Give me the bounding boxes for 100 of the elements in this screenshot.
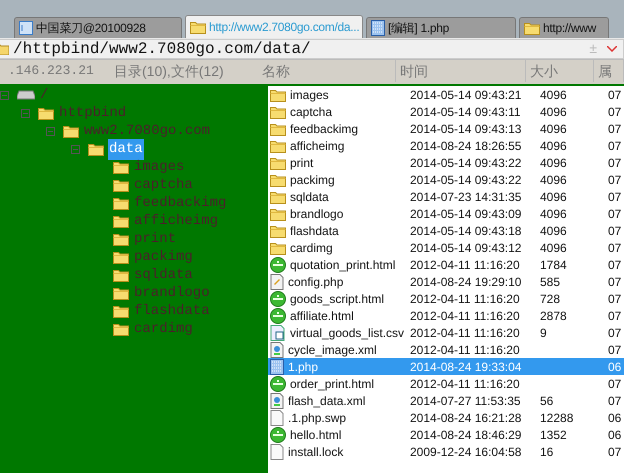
tab[interactable]: [编辑] 1.php xyxy=(366,17,516,38)
folder-icon xyxy=(63,124,79,138)
file-size: 4096 xyxy=(540,156,567,170)
file-attributes: 07 xyxy=(608,88,622,102)
folder-icon xyxy=(270,138,286,152)
modified-time: 2012-04-11 11:16:20 xyxy=(410,308,520,322)
modified-time: 2014-07-23 14:31:35 xyxy=(410,190,522,204)
file-attributes: 07 xyxy=(608,444,622,458)
collapse-toggle[interactable] xyxy=(0,90,9,100)
modified-time: 2014-08-24 19:33:04 xyxy=(410,360,522,374)
folder-icon xyxy=(270,156,286,170)
file-row[interactable]: config.php 2014-08-24 19:29:10 585 07 xyxy=(268,273,624,290)
file-row[interactable]: afficheimg 2014-08-24 18:26:55 4096 07 xyxy=(268,137,624,154)
file-attributes: 06 xyxy=(608,428,622,442)
folder-icon xyxy=(38,106,54,120)
host-address: .146.223.21 xyxy=(7,62,94,80)
folder-icon xyxy=(270,88,286,102)
tab[interactable]: 中国菜刀@20100928 xyxy=(14,17,182,38)
file-size: 728 xyxy=(540,292,560,306)
summary-text: 目录(10),文件(12) xyxy=(114,62,224,81)
folder-icon xyxy=(270,172,286,186)
file-attributes: 06 xyxy=(608,360,622,374)
modified-time: 2014-05-14 09:43:13 xyxy=(410,122,522,136)
tab[interactable]: http://www xyxy=(519,17,609,38)
file-attributes: 07 xyxy=(608,394,622,408)
modified-time: 2014-05-14 09:43:18 xyxy=(410,224,522,238)
file-row[interactable]: hello.html 2014-08-24 18:46:29 1352 06 xyxy=(268,426,624,443)
file-row[interactable]: flash_data.xml 2014-07-27 11:53:35 56 07 xyxy=(268,392,624,409)
file-row[interactable]: cardimg 2014-05-14 09:43:12 4096 07 xyxy=(268,239,624,256)
folder-icon xyxy=(113,196,129,210)
file-row[interactable]: .1.php.swp 2014-08-24 16:21:28 12288 06 xyxy=(268,409,624,426)
file-name: flash_data.xml xyxy=(288,392,366,410)
file-size: 9 xyxy=(540,326,547,340)
file-name: sqldata xyxy=(290,188,329,206)
modified-time: 2014-05-14 09:43:21 xyxy=(410,88,522,102)
file-name: images xyxy=(290,86,329,104)
file-attributes: 07 xyxy=(608,172,622,186)
file-name: feedbackimg xyxy=(290,120,358,138)
file-row[interactable]: feedbackimg 2014-05-14 09:43:13 4096 07 xyxy=(268,120,624,137)
file-size: 2878 xyxy=(540,308,567,322)
file-size: 4096 xyxy=(540,104,567,118)
file-row[interactable]: affiliate.html 2012-04-11 11:16:20 2878 07 xyxy=(268,307,624,324)
modified-time: 2014-08-24 19:29:10 xyxy=(410,274,522,288)
file-attributes: 07 xyxy=(608,274,622,288)
file-attributes: 07 xyxy=(608,122,622,136)
file-name: cardimg xyxy=(290,240,333,256)
folder-icon xyxy=(113,322,129,336)
modified-time: 2014-07-27 11:53:35 xyxy=(410,394,521,408)
modified-time: 2014-05-14 09:43:12 xyxy=(410,240,522,254)
file-row[interactable]: brandlogo 2014-05-14 09:43:09 4096 07 xyxy=(268,205,624,222)
file-row[interactable]: packimg 2014-05-14 09:43:22 4096 07 xyxy=(268,171,624,188)
file-name: virtual_goods_list.csv xyxy=(290,324,404,342)
modified-time: 2009-12-24 16:04:58 xyxy=(410,444,522,458)
file-attributes: 07 xyxy=(608,138,622,152)
folder-icon xyxy=(270,190,286,204)
folder-icon xyxy=(113,304,129,318)
file-attributes: 07 xyxy=(608,258,622,272)
modified-time: 2012-04-11 11:16:20 xyxy=(410,342,520,356)
file-name: install.lock xyxy=(288,444,344,460)
file-size: 56 xyxy=(540,394,554,408)
file-row[interactable]: captcha 2014-05-14 09:43:11 4096 07 xyxy=(268,103,624,120)
collapse-toggle[interactable] xyxy=(71,144,80,154)
file-attributes: 07 xyxy=(608,190,622,204)
globe-icon xyxy=(270,256,286,272)
file-attributes: 07 xyxy=(608,104,622,118)
folder-icon xyxy=(113,178,129,192)
file-name: .1.php.swp xyxy=(288,410,346,426)
drive-icon xyxy=(17,90,35,100)
file-row[interactable]: quotation_print.html 2012-04-11 11:16:20 1784 07 xyxy=(268,256,624,273)
collapse-toggle[interactable] xyxy=(21,108,30,118)
file-row[interactable]: goods_script.html 2012-04-11 11:16:20 728 07 xyxy=(268,290,624,307)
file-size: 4096 xyxy=(540,122,567,136)
file-row[interactable]: cycle_image.xml 2012-04-11 11:16:20 07 xyxy=(268,341,624,358)
file-row[interactable]: flashdata 2014-05-14 09:43:18 4096 07 xyxy=(268,222,624,239)
file-name: packimg xyxy=(290,172,335,188)
file-name: flashdata xyxy=(290,222,339,240)
file-size: 4096 xyxy=(540,224,567,238)
file-size: 12288 xyxy=(540,410,574,424)
file-row[interactable]: virtual_goods_list.csv 2012-04-11 11:16:20 9 07 xyxy=(268,324,624,341)
file-size: 16 xyxy=(540,444,554,458)
globe-icon xyxy=(270,290,286,306)
globe-icon xyxy=(270,376,286,392)
file-row[interactable]: sqldata 2014-07-23 14:31:35 4096 07 xyxy=(268,188,624,205)
file-name: captcha xyxy=(290,104,332,120)
file-row[interactable]: order_print.html 2012-04-11 11:16:20 07 xyxy=(268,375,624,392)
file-row[interactable]: images 2014-05-14 09:43:21 4096 07 xyxy=(268,86,624,103)
file-size: 1784 xyxy=(540,258,567,272)
file-size: 4096 xyxy=(540,206,567,220)
modified-time: 2014-08-24 16:21:28 xyxy=(410,410,522,424)
file-row[interactable]: print 2014-05-14 09:43:22 4096 07 xyxy=(268,154,624,171)
modified-time: 2012-04-11 11:16:20 xyxy=(410,326,520,340)
file-name: brandlogo xyxy=(290,206,344,222)
address-field[interactable]: /httpbind/www2.7080go.com/data/ ± xyxy=(0,38,624,58)
collapse-toggle[interactable] xyxy=(46,126,55,136)
file-row[interactable]: install.lock 2009-12-24 16:04:58 16 07 xyxy=(268,443,624,460)
folder-icon xyxy=(190,20,206,34)
dropdown-icon[interactable] xyxy=(607,46,617,52)
folder-icon xyxy=(113,160,129,174)
modified-time: 2014-05-14 09:43:22 xyxy=(410,156,522,170)
folder-icon xyxy=(113,250,129,264)
